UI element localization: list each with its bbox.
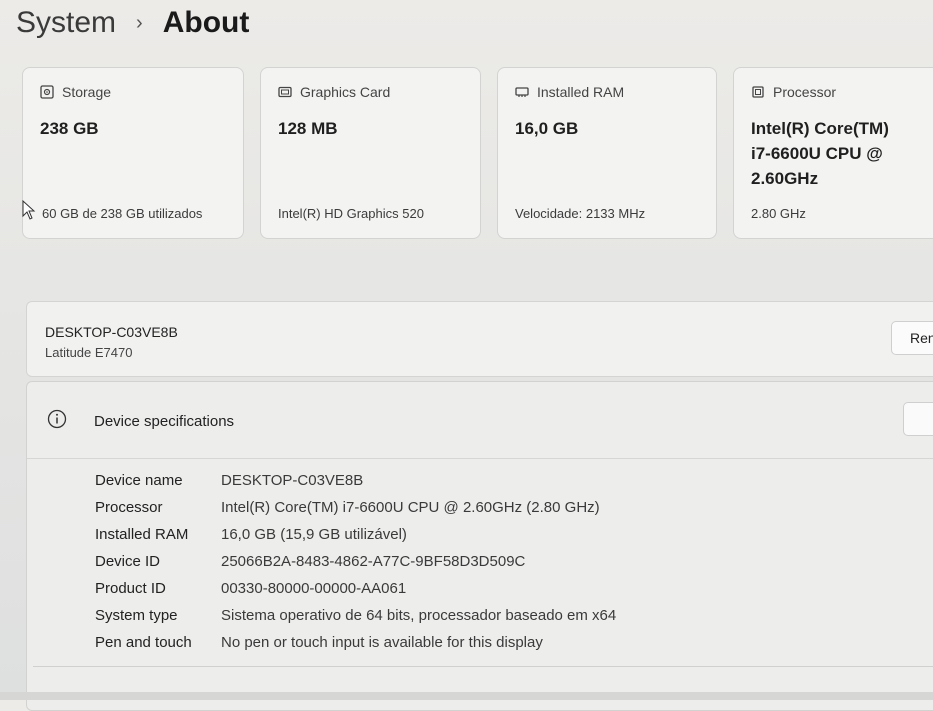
graphics-card-label: Graphics Card [300, 84, 391, 100]
storage-value: 238 GB [40, 119, 99, 138]
spec-value: 25066B2A-8483-4862-A77C-9BF58D3D509C [221, 553, 526, 570]
info-icon [47, 409, 67, 429]
graphics-card-model: Intel(R) HD Graphics 520 [278, 206, 424, 221]
processor-label: Processor [773, 84, 837, 100]
graphics-card-icon [278, 86, 292, 98]
processor-icon [752, 86, 764, 98]
device-name-panel: DESKTOP-C03VE8B Latitude E7470 Ren [26, 301, 933, 377]
spec-key: Pen and touch [95, 634, 192, 651]
rename-pc-button[interactable]: Ren [891, 321, 933, 355]
processor-card[interactable]: Processor Intel(R) Core(TM) i7-6600U CPU… [733, 67, 933, 239]
spec-value: DESKTOP-C03VE8B [221, 472, 364, 489]
storage-label: Storage [62, 84, 112, 100]
chevron-right-icon: › [136, 11, 143, 34]
ram-speed: Velocidade: 2133 MHz [515, 206, 646, 221]
installed-ram-value: 16,0 GB [515, 119, 579, 138]
graphics-card-card[interactable]: Graphics Card 128 MB Intel(R) HD Graphic… [260, 67, 481, 239]
device-model: Latitude E7470 [45, 345, 133, 360]
spec-value: No pen or touch input is available for t… [221, 634, 543, 651]
spec-value: Intel(R) Core(TM) i7-6600U CPU @ 2.60GHz… [221, 499, 600, 516]
copy-button[interactable] [903, 402, 933, 436]
spec-value: 00330-80000-00000-AA061 [221, 580, 407, 597]
divider [33, 666, 933, 667]
processor-value-line: Intel(R) Core(TM) [751, 119, 889, 138]
ram-icon [515, 87, 529, 97]
spec-key: Device name [95, 472, 183, 489]
graphics-card-value: 128 MB [278, 119, 338, 138]
spec-value: Sistema operativo de 64 bits, processado… [221, 607, 617, 624]
spec-key: Product ID [95, 580, 166, 597]
spec-key: Device ID [95, 553, 161, 570]
processor-speed: 2.80 GHz [751, 206, 806, 221]
storage-usage: 60 GB de 238 GB utilizados [42, 206, 203, 221]
taskbar [0, 692, 933, 700]
spec-value: 16,0 GB (15,9 GB utilizável) [221, 526, 407, 543]
spec-key: System type [95, 607, 178, 624]
device-name: DESKTOP-C03VE8B [45, 324, 178, 340]
device-specifications-panel: Device specifications Device name DESKTO… [26, 381, 933, 711]
storage-card[interactable]: Storage 238 GB 60 GB de 238 GB utilizado… [22, 67, 244, 239]
spec-key: Installed RAM [95, 526, 189, 543]
installed-ram-label: Installed RAM [537, 84, 625, 100]
processor-value-line: 2.60GHz [751, 169, 819, 188]
device-specifications-title: Device specifications [94, 413, 235, 430]
processor-value-line: i7-6600U CPU @ [751, 144, 883, 163]
mouse-cursor-icon [22, 200, 36, 220]
spec-key: Processor [95, 499, 163, 516]
page-title: About [162, 6, 250, 39]
breadcrumb: System › About [16, 6, 249, 40]
installed-ram-card[interactable]: Installed RAM 16,0 GB Velocidade: 2133 M… [497, 67, 717, 239]
device-specifications-header[interactable]: Device specifications [27, 382, 933, 459]
processor-value: Intel(R) Core(TM) i7-6600U CPU @ 2.60GHz [751, 116, 889, 191]
storage-icon [40, 85, 54, 99]
breadcrumb-system-link[interactable]: System [16, 6, 116, 40]
